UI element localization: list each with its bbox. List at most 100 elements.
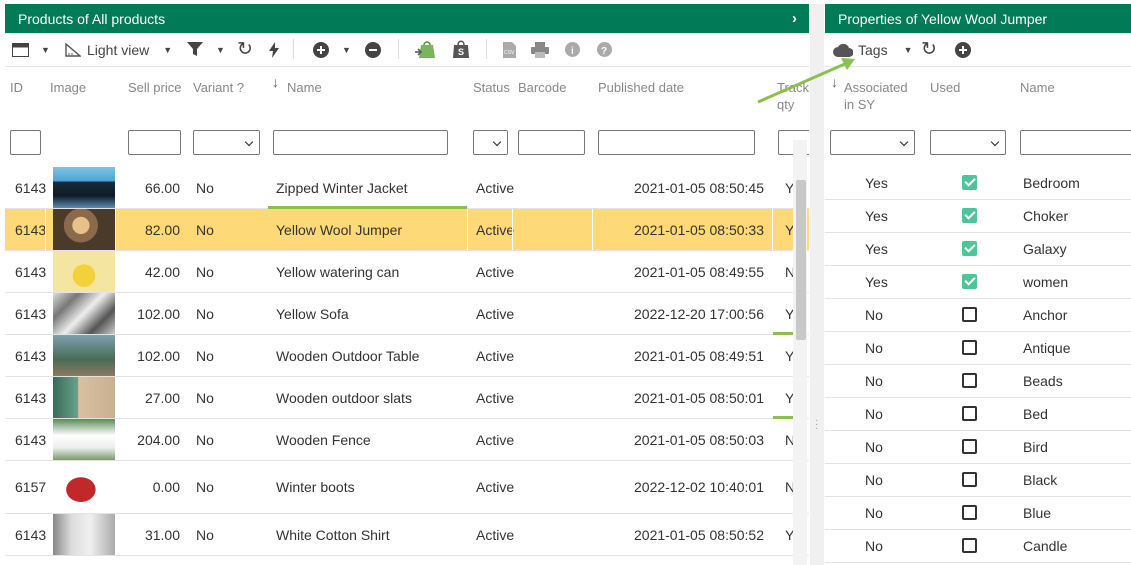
barcode-filter-input[interactable] bbox=[518, 130, 585, 155]
property-row[interactable]: Yes Galaxy bbox=[825, 233, 1131, 266]
property-row[interactable]: No Bed bbox=[825, 398, 1131, 431]
used-filter-select[interactable] bbox=[930, 130, 1006, 155]
used-checkbox[interactable] bbox=[962, 340, 977, 355]
product-thumbnail[interactable] bbox=[53, 335, 115, 376]
product-thumbnail[interactable] bbox=[53, 293, 115, 334]
filter-dropdown-icon[interactable]: ▼ bbox=[216, 33, 225, 66]
column-divider bbox=[512, 209, 513, 250]
light-view-selector[interactable]: Light view ▼ bbox=[65, 33, 172, 66]
product-thumbnail[interactable] bbox=[53, 377, 115, 418]
name-filter-input[interactable] bbox=[1020, 130, 1131, 155]
row-name[interactable]: Yellow Sofa bbox=[276, 293, 466, 334]
row-id: 6157 bbox=[15, 479, 47, 495]
product-thumbnail[interactable] bbox=[53, 461, 115, 513]
used-checkbox[interactable] bbox=[962, 307, 977, 322]
add-icon[interactable] bbox=[313, 33, 329, 66]
col-header-name[interactable]: Name bbox=[287, 79, 322, 96]
row-name[interactable]: White Cotton Shirt bbox=[276, 514, 466, 555]
layout-dropdown-icon[interactable]: ▼ bbox=[41, 33, 50, 66]
chevron-right-icon[interactable]: › bbox=[792, 10, 797, 27]
col-header-sell-price[interactable]: Sell price bbox=[128, 79, 181, 96]
used-checkbox[interactable] bbox=[962, 241, 977, 256]
row-name[interactable]: Zipped Winter Jacket bbox=[276, 167, 466, 208]
row-name[interactable]: Wooden outdoor slats bbox=[276, 377, 466, 418]
property-row[interactable]: Yes Choker bbox=[825, 200, 1131, 233]
add-dropdown-icon[interactable]: ▼ bbox=[342, 33, 351, 66]
property-row[interactable]: No Bird bbox=[825, 431, 1131, 464]
layout-icon[interactable] bbox=[12, 33, 29, 66]
col-header-name[interactable]: Name bbox=[1020, 79, 1055, 96]
used-checkbox[interactable] bbox=[962, 472, 977, 487]
col-header-image[interactable]: Image bbox=[50, 79, 86, 96]
name-filter-input[interactable] bbox=[273, 130, 448, 155]
table-row[interactable]: 6143 66.00 No Zipped Winter Jacket Active 202… bbox=[5, 167, 809, 209]
row-name[interactable]: Yellow watering can bbox=[276, 251, 466, 292]
property-row[interactable]: No Black bbox=[825, 464, 1131, 497]
used-checkbox[interactable] bbox=[962, 406, 977, 421]
info-icon[interactable]: i bbox=[565, 33, 580, 66]
row-name[interactable]: Wooden Fence bbox=[276, 419, 466, 460]
row-id: 6143 bbox=[15, 431, 47, 448]
table-row[interactable]: 6143 82.00 No Yellow Wool Jumper Active 2021-… bbox=[5, 209, 809, 251]
published-date-filter-input[interactable] bbox=[598, 130, 755, 155]
csv-file-icon[interactable]: CSV bbox=[503, 33, 516, 66]
table-row[interactable]: 6143 102.00 No Wooden Outdoor Table Active 20… bbox=[5, 335, 809, 377]
row-name[interactable]: Winter boots bbox=[276, 461, 466, 513]
col-header-id[interactable]: ID bbox=[10, 79, 23, 96]
used-checkbox[interactable] bbox=[962, 175, 977, 190]
id-filter-input[interactable] bbox=[10, 130, 41, 155]
product-thumbnail[interactable] bbox=[53, 514, 115, 555]
refresh-icon[interactable]: ↻ bbox=[237, 33, 253, 66]
property-row[interactable]: No Blue bbox=[825, 497, 1131, 530]
products-scrollbar[interactable] bbox=[793, 140, 807, 565]
help-icon[interactable]: ? bbox=[597, 33, 612, 66]
filter-icon[interactable] bbox=[187, 33, 203, 66]
used-checkbox[interactable] bbox=[962, 538, 977, 553]
property-row[interactable]: Yes women bbox=[825, 266, 1131, 299]
row-associated: Yes bbox=[865, 208, 888, 224]
product-thumbnail[interactable] bbox=[53, 251, 115, 292]
refresh-icon[interactable]: ↻ bbox=[921, 33, 937, 66]
property-row[interactable]: No Anchor bbox=[825, 299, 1131, 332]
col-header-used[interactable]: Used bbox=[930, 79, 960, 96]
table-row[interactable]: 6157 0.00 No Winter boots Active 2022-12-02 1… bbox=[5, 461, 809, 514]
used-checkbox[interactable] bbox=[962, 373, 977, 388]
sell-price-filter-input[interactable] bbox=[128, 130, 181, 155]
col-header-barcode[interactable]: Barcode bbox=[518, 79, 566, 96]
col-header-variant[interactable]: Variant ? bbox=[193, 79, 244, 96]
table-row[interactable]: 6143 102.00 No Yellow Sofa Active 2022-12-20 … bbox=[5, 293, 809, 335]
product-thumbnail[interactable] bbox=[53, 419, 115, 460]
scrollbar-thumb[interactable] bbox=[796, 180, 806, 340]
associated-filter-select[interactable] bbox=[830, 130, 915, 155]
lightning-icon[interactable] bbox=[269, 33, 279, 66]
table-row[interactable]: 6143 42.00 No Yellow watering can Active 2021… bbox=[5, 251, 809, 293]
used-checkbox[interactable] bbox=[962, 505, 977, 520]
row-published-date: 2022-12-02 10:40:01 bbox=[634, 479, 764, 495]
used-checkbox[interactable] bbox=[962, 208, 977, 223]
property-row[interactable]: No Candle bbox=[825, 530, 1131, 563]
row-status: Active bbox=[476, 479, 515, 495]
product-thumbnail[interactable] bbox=[53, 167, 115, 208]
add-icon[interactable] bbox=[955, 33, 971, 66]
remove-icon[interactable] bbox=[365, 33, 381, 66]
row-name[interactable]: Wooden Outdoor Table bbox=[276, 335, 466, 376]
col-header-published-date[interactable]: Published date bbox=[598, 79, 684, 96]
used-checkbox[interactable] bbox=[962, 274, 977, 289]
product-thumbnail[interactable] bbox=[53, 209, 115, 250]
table-row[interactable]: 6143 31.00 No White Cotton Shirt Active 2021-… bbox=[5, 514, 809, 556]
table-row[interactable]: 6143 27.00 No Wooden outdoor slats Active 202… bbox=[5, 377, 809, 419]
table-row[interactable]: 6143 204.00 No Wooden Fence Active 2021-01-05… bbox=[5, 419, 809, 461]
shopify-icon[interactable]: S bbox=[452, 33, 470, 66]
row-sell-price: 0.00 bbox=[152, 479, 180, 495]
used-checkbox[interactable] bbox=[962, 439, 977, 454]
row-name[interactable]: Yellow Wool Jumper bbox=[276, 209, 466, 250]
row-tag-name: Bedroom bbox=[1023, 175, 1080, 191]
property-row[interactable]: No Antique bbox=[825, 332, 1131, 365]
print-icon[interactable] bbox=[531, 33, 549, 66]
shopify-sync-icon[interactable] bbox=[415, 33, 437, 66]
variant-filter-select[interactable] bbox=[193, 130, 260, 155]
col-header-status[interactable]: Status bbox=[473, 79, 510, 96]
property-row[interactable]: Yes Bedroom bbox=[825, 167, 1131, 200]
property-row[interactable]: No Beads bbox=[825, 365, 1131, 398]
status-filter-select[interactable] bbox=[473, 130, 508, 155]
